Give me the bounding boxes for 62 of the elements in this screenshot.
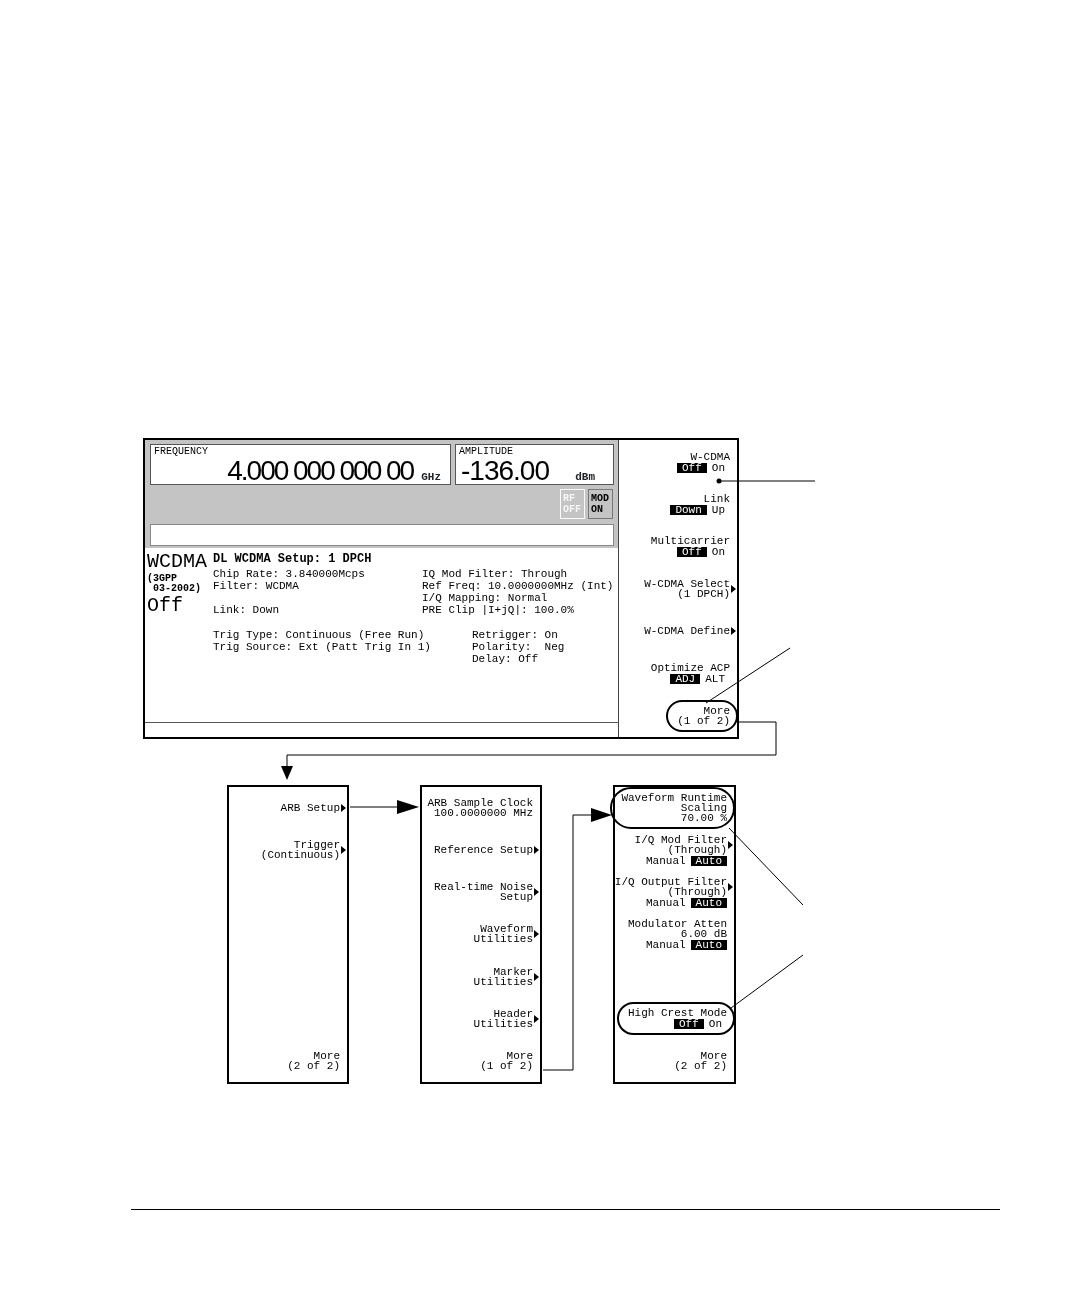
toggle-option[interactable]: Auto bbox=[690, 897, 727, 908]
mode-name: WCDMA bbox=[147, 552, 208, 572]
softkey-label[interactable]: W-CDMA Define bbox=[644, 626, 730, 637]
toggle-option[interactable]: Off bbox=[677, 462, 707, 473]
softkey-label[interactable]: Modulator Atten 6.00 dB bbox=[627, 919, 727, 939]
softkey-label[interactable]: I/Q Output Filter (Through) bbox=[614, 876, 727, 897]
trigger-setting-text: Polarity: Neg bbox=[472, 641, 565, 653]
frequency-unit: GHz bbox=[421, 471, 441, 483]
setting-text: IQ Mod Filter: Through bbox=[422, 568, 569, 580]
frequency-label: FREQUENCY bbox=[153, 445, 209, 457]
softkey-label[interactable]: Waveform Runtime Scaling 70.00 % bbox=[621, 793, 727, 824]
toggle-option[interactable]: Off bbox=[677, 547, 707, 558]
softkey-label[interactable]: W-CDMA bbox=[690, 451, 730, 462]
trigger-setting-text: Trig Type: Continuous (Free Run) bbox=[213, 629, 426, 641]
softkey-label[interactable]: Reference Setup bbox=[433, 845, 533, 856]
mode-state: Off bbox=[147, 596, 184, 616]
setting-text: Link: Down bbox=[213, 604, 280, 616]
softkey-label[interactable]: Trigger (Continuous) bbox=[260, 840, 340, 861]
softkey-label[interactable]: ARB Sample Clock 100.0000000 MHz bbox=[427, 798, 533, 819]
softkey-label[interactable]: Marker Utilities bbox=[473, 966, 533, 987]
softkey-label[interactable]: Link bbox=[703, 493, 730, 504]
amplitude-unit: dBm bbox=[575, 471, 595, 483]
toggle-option[interactable]: Manual bbox=[641, 940, 691, 950]
toggle-option[interactable]: Up bbox=[706, 504, 730, 515]
trigger-setting-text: Delay: Off bbox=[472, 653, 539, 665]
softkey-label[interactable]: Multicarrier bbox=[650, 536, 730, 547]
toggle-option[interactable]: Auto bbox=[690, 855, 727, 866]
toggle-option[interactable]: Down bbox=[670, 504, 707, 515]
softkey-label[interactable]: W-CDMA Select (1 DPCH) bbox=[644, 579, 730, 599]
softkey-label[interactable]: Header Utilities bbox=[473, 1008, 533, 1029]
amplitude-value: -136.00 bbox=[461, 457, 549, 484]
mode-standard: (3GPP 03-2002) bbox=[147, 574, 202, 594]
softkey-label[interactable]: Waveform Utilities bbox=[473, 924, 533, 945]
toggle-option[interactable]: Off bbox=[674, 1019, 704, 1030]
toggle-option[interactable]: Auto bbox=[690, 940, 727, 950]
setting-text: Chip Rate: 3.840000Mcps bbox=[213, 568, 366, 580]
setup-title: DL WCDMA Setup: 1 DPCH bbox=[213, 552, 373, 567]
softkey-label[interactable]: ARB Setup bbox=[280, 803, 340, 814]
softkey-label[interactable]: More (2 of 2) bbox=[287, 1050, 340, 1071]
trigger-setting-text: Retrigger: On bbox=[472, 629, 559, 641]
trigger-setting-text: Trig Source: Ext (Patt Trig In 1) bbox=[213, 641, 432, 653]
softkey-label[interactable]: Optimize ACP bbox=[650, 663, 730, 674]
softkey-label[interactable]: More (1 of 2) bbox=[677, 705, 730, 726]
setting-text: I/Q Mapping: Normal bbox=[422, 592, 549, 604]
softkey-label[interactable]: High Crest Mode bbox=[627, 1008, 727, 1019]
setting-text: PRE Clip |I+jQ|: 100.0% bbox=[422, 604, 575, 616]
setting-text: Ref Freq: 10.0000000MHz (Int) bbox=[422, 580, 614, 592]
softkey-label[interactable]: More (2 of 2) bbox=[674, 1050, 727, 1071]
frequency-value: 4.000 000 000 00 bbox=[227, 457, 414, 484]
toggle-option[interactable]: Manual bbox=[641, 855, 691, 866]
amplitude-label: AMPLITUDE bbox=[458, 445, 514, 457]
toggle-option[interactable]: On bbox=[706, 462, 730, 473]
softkey-label[interactable]: Real-time Noise Setup bbox=[433, 882, 533, 903]
toggle-option[interactable]: ADJ bbox=[670, 674, 701, 685]
softkey-label[interactable]: I/Q Mod Filter (Through) bbox=[634, 834, 727, 855]
toggle-option[interactable]: On bbox=[703, 1019, 727, 1030]
toggle-option[interactable]: Manual bbox=[641, 897, 691, 908]
status-indicator: MOD ON bbox=[588, 489, 613, 519]
setting-text: Filter: WCDMA bbox=[213, 580, 300, 592]
softkey-label[interactable]: More (1 of 2) bbox=[480, 1050, 533, 1071]
toggle-option[interactable]: On bbox=[706, 547, 730, 558]
toggle-option[interactable]: ALT bbox=[700, 674, 730, 685]
